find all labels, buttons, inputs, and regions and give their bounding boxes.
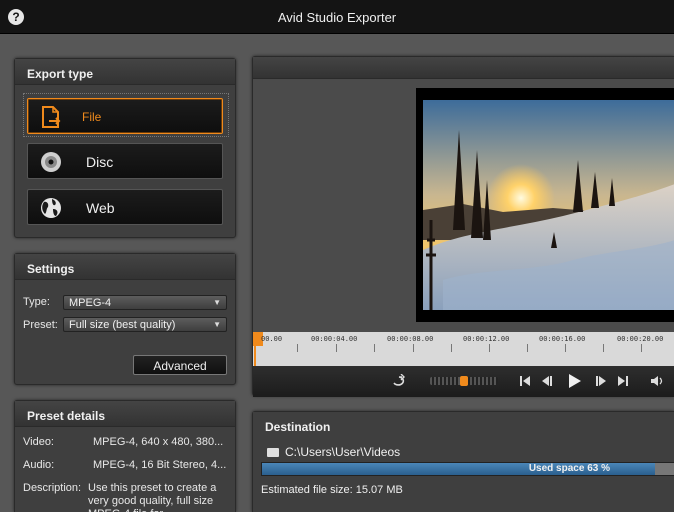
chevron-down-icon: ▼ bbox=[213, 320, 221, 329]
destination-path-text: C:\Users\User\Videos bbox=[285, 445, 401, 459]
video-value: MPEG-4, 640 x 480, 380... bbox=[93, 436, 224, 448]
tick-label: 00:00:04.00 bbox=[311, 335, 358, 343]
export-web-label: Web bbox=[86, 200, 115, 216]
jog-knob[interactable] bbox=[460, 376, 468, 386]
tick-mark bbox=[489, 344, 490, 352]
video-frame bbox=[416, 88, 674, 322]
disc-icon bbox=[41, 152, 61, 172]
export-file-button[interactable]: File bbox=[27, 98, 223, 134]
preview-header bbox=[253, 57, 674, 79]
skip-to-start-icon[interactable] bbox=[517, 374, 533, 388]
tick-mark bbox=[527, 344, 528, 352]
video-preview-image bbox=[423, 100, 674, 310]
tick-mark bbox=[565, 344, 566, 352]
description-label: Description: bbox=[23, 482, 82, 494]
export-type-panel: Export type File Disc Web bbox=[14, 58, 236, 238]
preset-label: Preset: bbox=[23, 319, 58, 331]
timeline-ruler[interactable]: 00.00 00:00:04.00 00:00:08.00 00:00:12.0… bbox=[253, 332, 674, 366]
estimated-file-size: Estimated file size: 15.07 MB bbox=[261, 484, 403, 496]
play-icon[interactable] bbox=[565, 372, 583, 390]
transport-controls bbox=[253, 366, 674, 397]
playhead-line bbox=[254, 346, 256, 366]
advanced-button[interactable]: Advanced bbox=[133, 355, 227, 375]
type-label: Type: bbox=[23, 296, 50, 308]
loop-icon[interactable] bbox=[391, 374, 407, 388]
tick-label: 00:00:12.00 bbox=[463, 335, 510, 343]
type-select-value: MPEG-4 bbox=[69, 297, 112, 309]
video-area bbox=[253, 80, 674, 332]
tick-mark bbox=[297, 344, 298, 352]
window-title: Avid Studio Exporter bbox=[277, 10, 397, 25]
destination-panel: Destination C:\Users\User\Videos Used sp… bbox=[252, 411, 674, 512]
preview-panel: 00.00 00:00:04.00 00:00:08.00 00:00:12.0… bbox=[252, 56, 674, 397]
export-disc-label: Disc bbox=[86, 154, 114, 170]
export-type-heading: Export type bbox=[15, 59, 235, 85]
description-value: Use this preset to create a very good qu… bbox=[88, 482, 217, 512]
video-label: Video: bbox=[23, 436, 54, 448]
settings-heading: Settings bbox=[15, 254, 235, 280]
step-back-icon[interactable] bbox=[539, 374, 555, 388]
used-space-label: Used space 63 % bbox=[528, 463, 610, 474]
audio-value: MPEG-4, 16 Bit Stereo, 4... bbox=[93, 459, 227, 471]
jog-shuttle[interactable] bbox=[430, 376, 498, 386]
tick-mark bbox=[603, 344, 604, 352]
tick-label: 00:00:16.00 bbox=[539, 335, 586, 343]
preset-details-heading: Preset details bbox=[15, 401, 235, 427]
folder-icon bbox=[267, 448, 279, 457]
preset-select[interactable]: Full size (best quality) ▼ bbox=[63, 317, 227, 332]
used-space-bar: Used space 63 % bbox=[261, 462, 674, 476]
step-forward-icon[interactable] bbox=[593, 374, 609, 388]
type-select[interactable]: MPEG-4 ▼ bbox=[63, 295, 227, 310]
tick-label: 00:00:08.00 bbox=[387, 335, 434, 343]
audio-label: Audio: bbox=[23, 459, 55, 471]
tick-label: 00:00:20.00 bbox=[617, 335, 664, 343]
tick-mark bbox=[413, 344, 414, 352]
tick-mark bbox=[374, 344, 375, 352]
skip-to-end-icon[interactable] bbox=[615, 374, 631, 388]
title-bar: ? Avid Studio Exporter bbox=[0, 0, 674, 34]
chevron-down-icon: ▼ bbox=[213, 298, 221, 307]
destination-heading: Destination bbox=[253, 412, 674, 438]
export-file-label: File bbox=[82, 110, 102, 124]
tick-mark bbox=[451, 344, 452, 352]
export-web-button[interactable]: Web bbox=[27, 189, 223, 225]
volume-icon[interactable] bbox=[649, 374, 665, 388]
tick-mark bbox=[641, 344, 642, 352]
preset-details-panel: Preset details Video: MPEG-4, 640 x 480,… bbox=[14, 400, 236, 512]
tick-mark bbox=[336, 344, 337, 352]
globe-icon bbox=[41, 198, 61, 218]
export-disc-button[interactable]: Disc bbox=[27, 143, 223, 179]
file-export-icon bbox=[42, 106, 61, 128]
destination-path[interactable]: C:\Users\User\Videos bbox=[267, 445, 400, 459]
tick-label: 00.00 bbox=[261, 335, 283, 343]
settings-panel: Settings Type: MPEG-4 ▼ Preset: Full siz… bbox=[14, 253, 236, 385]
preset-select-value: Full size (best quality) bbox=[69, 319, 176, 331]
